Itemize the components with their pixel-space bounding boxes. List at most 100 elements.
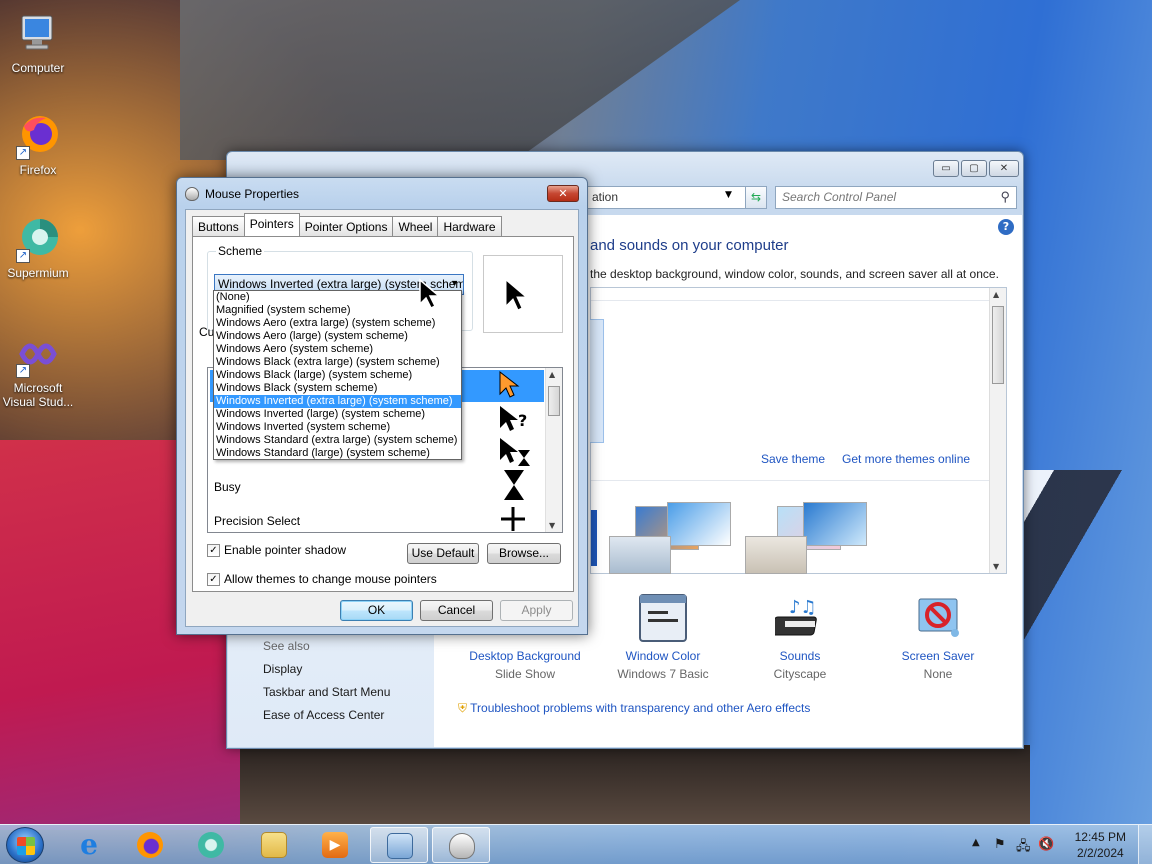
desktop-icon-label: Supermium [7, 266, 69, 280]
theme-list[interactable]: Save theme Get more themes online ▲ ▼ [590, 287, 1007, 574]
item-value: Windows 7 Basic [617, 667, 709, 681]
theme-thumbnail[interactable] [591, 510, 597, 566]
desktop-icon-label: Firefox [19, 163, 57, 177]
taskbar-firefox[interactable] [121, 827, 179, 863]
close-button[interactable]: ✕ [989, 160, 1019, 177]
scheme-option[interactable]: Windows Aero (large) (system scheme) [214, 330, 461, 343]
item-value: Cityscape [773, 667, 827, 681]
desktop-icon-firefox[interactable]: ↗ Firefox [0, 112, 76, 177]
theme-thumbnail[interactable] [745, 536, 807, 574]
tab-pointer-options[interactable]: Pointer Options [298, 216, 394, 236]
apply-button[interactable]: Apply [500, 600, 573, 621]
checkbox-checked-icon[interactable]: ✓ [207, 572, 220, 586]
close-button[interactable]: ✕ [547, 185, 579, 202]
cancel-button[interactable]: Cancel [420, 600, 493, 621]
window-color-item[interactable]: Window Color Windows 7 Basic [603, 593, 723, 681]
scroll-up-icon[interactable]: ▲ [993, 290, 999, 299]
arrow-cursor-icon [505, 278, 528, 311]
shortcut-arrow-icon: ↗ [16, 146, 30, 160]
theme-scrollbar[interactable]: ▲ ▼ [989, 288, 1006, 573]
scheme-option[interactable]: Windows Inverted (large) (system scheme) [214, 408, 461, 421]
taskbar-mouse-properties[interactable] [432, 827, 490, 863]
scheme-option[interactable]: Windows Standard (large) (system scheme) [214, 447, 461, 460]
browse-button[interactable]: Browse... [487, 543, 561, 564]
sounds-item[interactable]: ♪♫ Sounds Cityscape [740, 593, 860, 681]
see-also-display-link[interactable]: Display [263, 662, 302, 676]
address-bar[interactable]: ation [587, 186, 767, 209]
wallpaper-dark-shape [180, 0, 740, 160]
save-theme-link[interactable]: Save theme [761, 452, 825, 466]
clock[interactable]: 12:45 PM 2/2/2024 [1075, 829, 1126, 861]
scroll-up-icon[interactable]: ▲ [549, 370, 555, 379]
selected-theme-highlight [590, 319, 604, 443]
svg-text:?: ? [518, 411, 527, 430]
scheme-group-label: Scheme [216, 244, 265, 258]
scroll-thumb[interactable] [548, 386, 560, 416]
scroll-down-icon[interactable]: ▼ [549, 521, 555, 530]
tab-pointers[interactable]: Pointers [243, 213, 300, 236]
refresh-button[interactable]: ⇆ [745, 186, 767, 209]
scroll-down-icon[interactable]: ▼ [993, 562, 999, 571]
flag-icon[interactable]: ⚑ [994, 837, 1006, 852]
tab-wheel[interactable]: Wheel [392, 216, 439, 236]
address-text: ation [592, 190, 619, 204]
taskbar-internet-explorer[interactable]: e [60, 827, 118, 863]
cursor-list-scrollbar[interactable]: ▲ ▼ [545, 368, 562, 532]
taskbar-control-panel[interactable] [370, 827, 428, 863]
sounds-icon: ♪♫ [771, 593, 825, 643]
shortcut-arrow-icon: ↗ [16, 249, 30, 263]
item-label: Window Color [625, 649, 701, 663]
search-icon[interactable]: ⚲ [1000, 189, 1010, 205]
taskbar: e ▶ ▲ ⚑ 🖧 🔇 12:45 PM 2/2/2024 [0, 824, 1152, 864]
network-icon[interactable]: 🖧 [1016, 837, 1031, 859]
use-default-button[interactable]: Use Default [407, 543, 479, 564]
see-also-taskbar-link[interactable]: Taskbar and Start Menu [263, 685, 390, 699]
cursor-row-busy[interactable]: Busy [214, 480, 241, 494]
ok-button[interactable]: OK [340, 600, 413, 621]
desktop-icon-label: Computer [11, 61, 65, 75]
desktop-icon-computer[interactable]: Computer [0, 10, 76, 75]
start-button[interactable] [6, 827, 44, 863]
tab-hardware[interactable]: Hardware [437, 216, 502, 236]
scheme-option[interactable]: Windows Black (large) (system scheme) [214, 369, 461, 382]
folder-icon [261, 832, 287, 858]
get-more-themes-link[interactable]: Get more themes online [842, 452, 970, 466]
volume-muted-icon[interactable]: 🔇 [1038, 837, 1054, 852]
desktop-icon-visual-studio[interactable]: ↗ Microsoft Visual Stud... [0, 330, 76, 409]
allow-themes-checkbox[interactable]: ✓ Allow themes to change mouse pointers [207, 572, 437, 586]
show-desktop-button[interactable] [1138, 825, 1152, 864]
scroll-thumb[interactable] [992, 306, 1004, 384]
scheme-option-selected[interactable]: Windows Inverted (extra large) (system s… [214, 395, 461, 408]
maximize-button[interactable]: ▢ [961, 160, 987, 177]
taskbar-file-explorer[interactable] [245, 827, 303, 863]
scheme-option[interactable]: Windows Inverted (system scheme) [214, 421, 461, 434]
scheme-dropdown-list[interactable]: (None) Magnified (system scheme) Windows… [213, 290, 462, 460]
troubleshoot-link[interactable]: ⛨ Troubleshoot problems with transparenc… [458, 701, 810, 716]
scheme-option[interactable]: Windows Standard (extra large) (system s… [214, 434, 461, 447]
scheme-option[interactable]: Windows Black (extra large) (system sche… [214, 356, 461, 369]
tab-buttons[interactable]: Buttons [192, 216, 245, 236]
svg-text:♪♫: ♪♫ [789, 597, 817, 618]
minimize-button[interactable]: ▭ [933, 160, 959, 177]
system-tray: ▲ ⚑ 🖧 🔇 12:45 PM 2/2/2024 [962, 825, 1152, 864]
checkbox-checked-icon[interactable]: ✓ [207, 543, 220, 557]
address-dropdown-icon[interactable]: ▼ [725, 190, 732, 200]
show-hidden-icons-icon[interactable]: ▲ [972, 837, 980, 848]
help-icon[interactable]: ? [998, 219, 1014, 235]
item-value: None [923, 667, 953, 681]
screen-saver-item[interactable]: Screen Saver None [878, 593, 998, 681]
desktop-icon-supermium[interactable]: ↗ Supermium [0, 215, 76, 280]
theme-thumbnail[interactable] [667, 502, 731, 546]
see-also-ease-of-access-link[interactable]: Ease of Access Center [263, 708, 384, 722]
search-input[interactable]: Search Control Panel ⚲ [775, 186, 1017, 209]
scheme-option[interactable]: Windows Black (system scheme) [214, 382, 461, 395]
shield-icon: ⛨ [458, 701, 468, 715]
theme-thumbnail[interactable] [803, 502, 867, 546]
enable-pointer-shadow-checkbox[interactable]: ✓ Enable pointer shadow [207, 543, 346, 557]
scheme-option[interactable]: Windows Aero (extra large) (system schem… [214, 317, 461, 330]
scheme-option[interactable]: Windows Aero (system scheme) [214, 343, 461, 356]
cursor-row-precision-select[interactable]: Precision Select [214, 514, 300, 528]
theme-thumbnail[interactable] [609, 536, 671, 574]
taskbar-media-player[interactable]: ▶ [306, 827, 364, 863]
taskbar-supermium[interactable] [182, 827, 240, 863]
